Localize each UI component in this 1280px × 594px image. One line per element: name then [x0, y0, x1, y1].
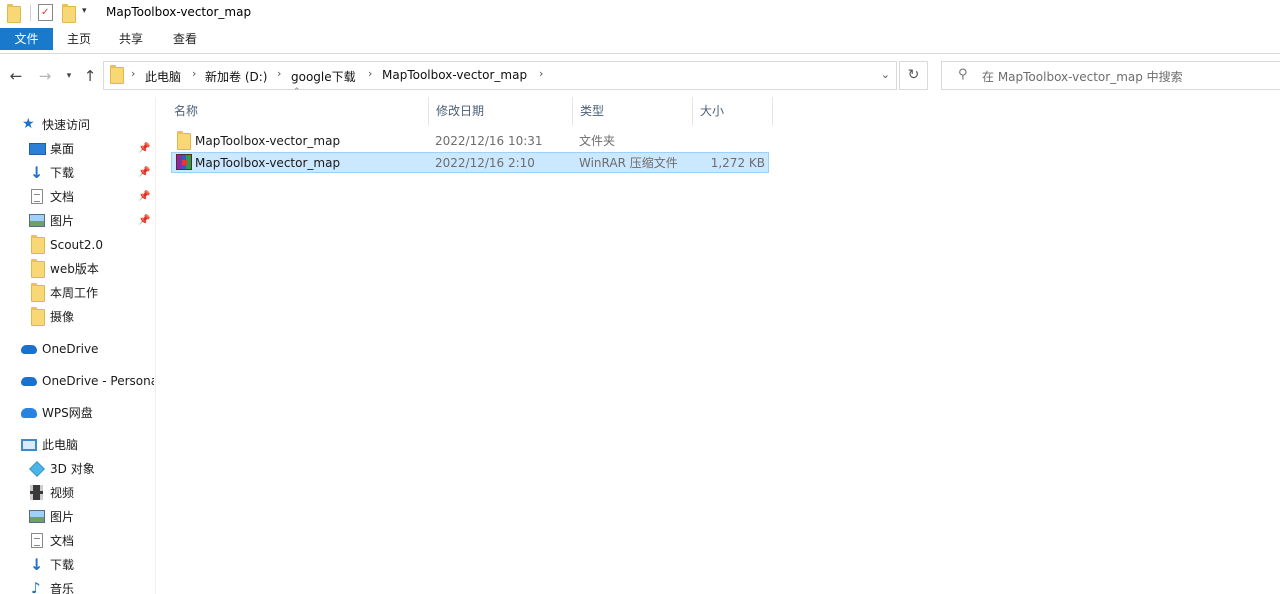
sidebar-item-this-week-work[interactable]: 本周工作 — [29, 282, 154, 304]
sidebar-item-scout[interactable]: Scout2.0 — [29, 234, 154, 256]
breadcrumb-this-pc[interactable]: 此电脑 — [145, 68, 181, 85]
column-header-size[interactable]: 大小 — [693, 97, 773, 126]
sidebar-item-quick-access[interactable]: ★ 快速访问 — [22, 114, 152, 136]
search-icon: ⚲ — [958, 67, 968, 82]
check-mark-icon: ✓ — [41, 7, 50, 18]
tab-share[interactable]: 共享 — [108, 28, 154, 50]
quick-access-separator — [30, 5, 31, 21]
breadcrumb-chevron-icon[interactable]: › — [192, 67, 196, 80]
file-name: MapToolbox-vector_map — [195, 134, 341, 148]
picture-icon — [29, 214, 45, 227]
file-name: MapToolbox-vector_map — [195, 156, 341, 170]
download-icon: ↓ — [30, 555, 44, 574]
folder-icon — [177, 131, 191, 150]
title-bar: ✓ ▾ MapToolbox-vector_map — [0, 0, 1280, 27]
folder-icon — [31, 235, 45, 254]
refresh-icon: ↻ — [907, 67, 920, 83]
file-row-folder[interactable]: MapToolbox-vector_map 2022/12/16 10:31 文… — [171, 131, 769, 152]
folder-icon — [110, 65, 124, 84]
file-size: 1,272 KB — [710, 156, 765, 170]
folder-icon — [31, 283, 45, 302]
customize-toolbar-icon[interactable]: ▾ — [82, 6, 87, 16]
search-input[interactable]: ⚲ 在 MapToolbox-vector_map 中搜索 — [941, 61, 1280, 90]
pin-icon[interactable]: 📌 — [138, 138, 150, 160]
sidebar-item-camera[interactable]: 摄像 — [29, 306, 154, 328]
tab-file[interactable]: 文件 — [0, 28, 53, 50]
music-icon: ♪ — [31, 579, 41, 594]
pin-icon[interactable]: 📌 — [138, 162, 150, 184]
window-title: MapToolbox-vector_map — [106, 5, 252, 19]
recent-locations-button[interactable]: ▾ — [60, 67, 78, 85]
file-type: WinRAR 压缩文件 — [579, 156, 678, 170]
sidebar-item-documents[interactable]: 文档 📌 — [29, 186, 154, 208]
breadcrumb-chevron-icon[interactable]: › — [368, 67, 372, 80]
tab-home[interactable]: 主页 — [56, 28, 102, 50]
column-header-date[interactable]: 修改日期 — [429, 97, 573, 126]
download-icon: ↓ — [30, 163, 44, 182]
ribbon-tabs: 文件 主页 共享 查看 — [0, 28, 1280, 54]
winrar-archive-icon — [176, 154, 192, 170]
sidebar-item-pictures[interactable]: 图片 📌 — [29, 210, 154, 232]
back-button[interactable]: ← — [7, 67, 25, 85]
chevron-down-icon: ▾ — [66, 71, 72, 81]
sidebar-item-web-version[interactable]: web版本 — [29, 258, 154, 280]
sidebar-item-3d-objects[interactable]: 3D 对象 — [29, 458, 154, 480]
document-icon — [31, 189, 43, 204]
properties-icon[interactable]: ✓ — [38, 4, 53, 21]
sidebar-item-pc-documents[interactable]: 文档 — [29, 530, 154, 552]
cloud-icon — [21, 345, 37, 354]
file-type: 文件夹 — [579, 134, 616, 148]
forward-button[interactable]: → — [36, 67, 54, 85]
breadcrumb-chevron-icon[interactable]: › — [131, 67, 135, 80]
sidebar-item-downloads[interactable]: ↓ 下载 📌 — [29, 162, 154, 184]
new-folder-icon[interactable] — [62, 4, 76, 23]
pin-icon[interactable]: 📌 — [138, 186, 150, 208]
file-list: ⌃ 名称 修改日期 类型 大小 MapToolbox-vector_map 20… — [167, 87, 1280, 594]
desktop-icon — [29, 143, 46, 155]
column-header-type[interactable]: 类型 — [573, 97, 693, 126]
sidebar-item-wps-drive[interactable]: WPS网盘 — [20, 402, 154, 424]
breadcrumb-google-downloads[interactable]: google下载 — [291, 68, 356, 85]
sidebar-item-pc-downloads[interactable]: ↓ 下载 — [29, 554, 154, 576]
tab-view[interactable]: 查看 — [162, 28, 208, 50]
arrow-right-icon: → — [38, 67, 52, 85]
breadcrumb-chevron-icon[interactable]: › — [539, 67, 543, 80]
column-header-name[interactable]: 名称 — [167, 97, 429, 126]
folder-icon — [7, 4, 21, 23]
refresh-button[interactable]: ↻ — [899, 61, 928, 90]
breadcrumb-current-folder[interactable]: MapToolbox-vector_map — [382, 68, 527, 82]
breadcrumb-chevron-icon[interactable]: › — [277, 67, 281, 80]
document-icon — [31, 533, 43, 548]
sidebar-item-onedrive[interactable]: OneDrive — [20, 338, 154, 360]
pin-icon[interactable]: 📌 — [138, 210, 150, 232]
address-history-dropdown-icon[interactable]: ⌄ — [881, 68, 890, 81]
address-bar[interactable]: › 此电脑 › 新加卷 (D:) › google下载 › MapToolbox… — [103, 61, 897, 90]
wps-cloud-icon — [21, 408, 37, 418]
breadcrumb-drive[interactable]: 新加卷 (D:) — [205, 68, 267, 85]
video-icon — [30, 485, 43, 500]
sort-ascending-icon: ⌃ — [293, 87, 301, 97]
folder-icon — [31, 307, 45, 326]
folder-icon — [31, 259, 45, 278]
search-placeholder: 在 MapToolbox-vector_map 中搜索 — [982, 70, 1183, 84]
sidebar-item-videos[interactable]: 视频 — [29, 482, 154, 504]
3d-objects-icon — [29, 461, 45, 477]
arrow-left-icon: ← — [9, 67, 23, 85]
file-row-archive[interactable]: MapToolbox-vector_map 2022/12/16 2:10 Wi… — [171, 152, 769, 173]
arrow-up-icon: ↑ — [83, 67, 97, 85]
sidebar-item-this-pc[interactable]: 此电脑 — [20, 434, 154, 456]
sidebar-item-desktop[interactable]: 桌面 📌 — [29, 138, 154, 160]
computer-icon — [21, 439, 37, 451]
file-date: 2022/12/16 10:31 — [435, 134, 543, 148]
star-icon: ★ — [22, 116, 35, 132]
picture-icon — [29, 510, 45, 523]
address-row: ← → ▾ ↑ › 此电脑 › 新加卷 (D:) › google下载 › Ma… — [0, 55, 1280, 97]
file-date: 2022/12/16 2:10 — [435, 156, 535, 170]
up-button[interactable]: ↑ — [81, 67, 99, 85]
sidebar-item-onedrive-personal[interactable]: OneDrive - Persona — [20, 370, 154, 392]
sidebar-item-music[interactable]: ♪ 音乐 — [29, 578, 154, 594]
cloud-icon — [21, 377, 37, 386]
navigation-pane: ★ 快速访问 桌面 📌 ↓ 下载 📌 文档 📌 图片 📌 Scout2.0 we… — [0, 97, 156, 594]
sidebar-item-pc-pictures[interactable]: 图片 — [29, 506, 154, 528]
